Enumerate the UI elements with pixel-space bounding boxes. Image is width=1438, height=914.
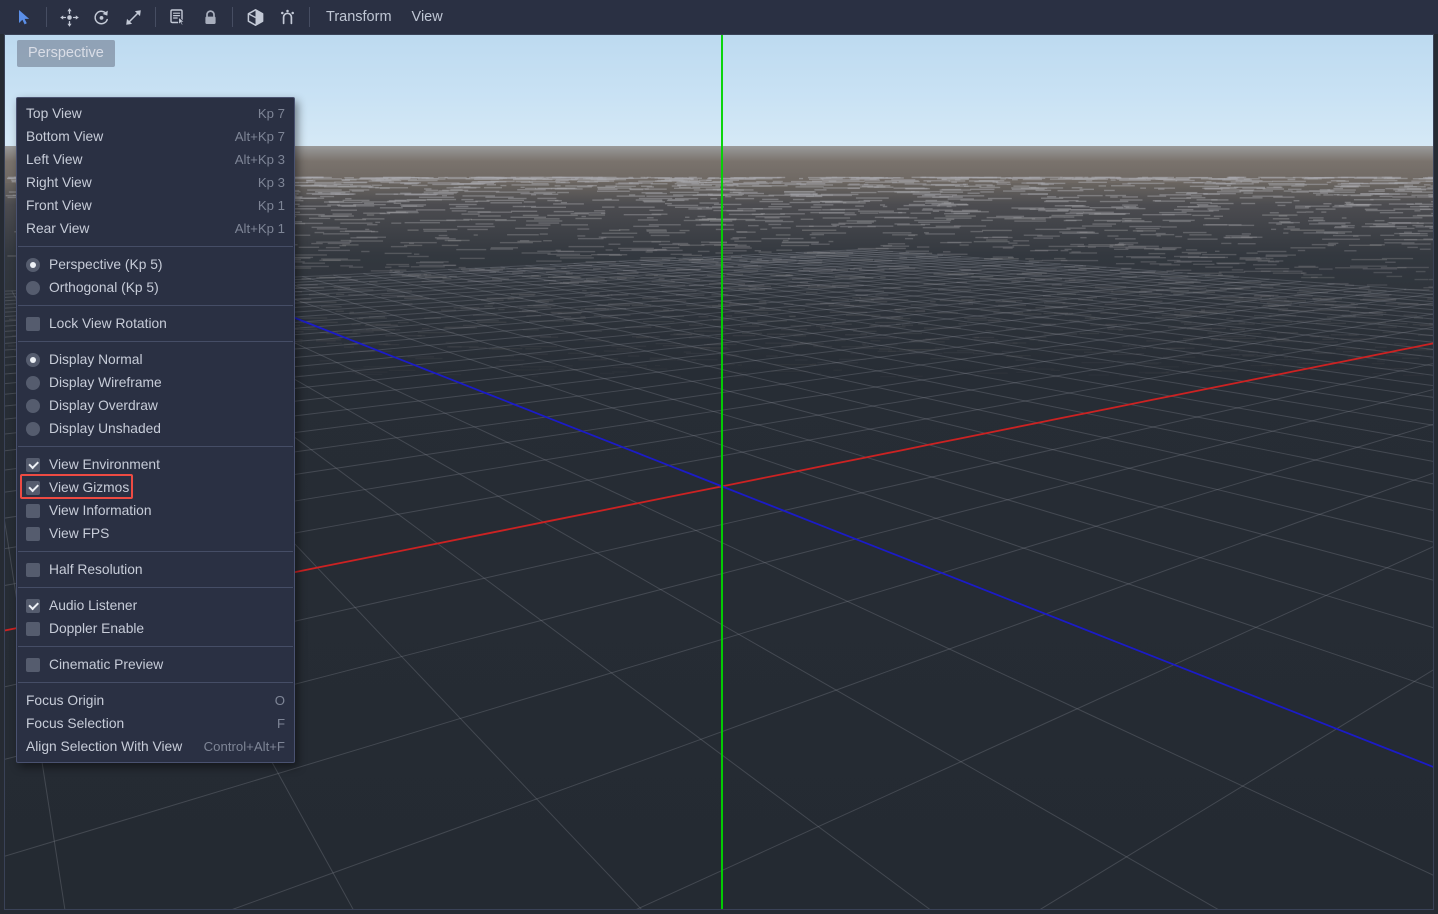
menu-item-label: View Environment bbox=[49, 457, 285, 472]
radio-icon bbox=[26, 258, 40, 272]
menu-item-shortcut: Alt+Kp 1 bbox=[235, 221, 285, 236]
menu-item-label: View Gizmos bbox=[49, 480, 285, 495]
menu-separator bbox=[18, 551, 293, 552]
menu-item-label: Focus Selection bbox=[26, 716, 261, 731]
menu-item-doppler-enable[interactable]: Doppler Enable bbox=[17, 617, 294, 640]
menu-item-display-overdraw[interactable]: Display Overdraw bbox=[17, 394, 294, 417]
lock-icon[interactable] bbox=[195, 4, 225, 30]
checkbox-icon bbox=[26, 527, 40, 541]
menu-item-label: Left View bbox=[26, 152, 219, 167]
menu-item-shortcut: Alt+Kp 3 bbox=[235, 152, 285, 167]
menu-item-label: Right View bbox=[26, 175, 242, 190]
menu-item-top-view[interactable]: Top View Kp 7 bbox=[17, 102, 294, 125]
toolbar-separator bbox=[155, 7, 156, 27]
menu-item-label: Align Selection With View bbox=[26, 739, 188, 754]
menu-item-view-gizmos[interactable]: View Gizmos bbox=[17, 476, 294, 499]
menu-item-label: View FPS bbox=[49, 526, 285, 541]
menu-item-lock-view-rotation[interactable]: Lock View Rotation bbox=[17, 312, 294, 335]
menu-item-orthogonal-kp-5[interactable]: Orthogonal (Kp 5) bbox=[17, 276, 294, 299]
menu-item-label: Doppler Enable bbox=[49, 621, 285, 636]
menu-separator bbox=[18, 682, 293, 683]
menu-item-front-view[interactable]: Front View Kp 1 bbox=[17, 194, 294, 217]
menu-item-shortcut: Kp 7 bbox=[258, 106, 285, 121]
menu-item-label: Audio Listener bbox=[49, 598, 285, 613]
menu-separator bbox=[18, 446, 293, 447]
menu-item-display-wireframe[interactable]: Display Wireframe bbox=[17, 371, 294, 394]
view-popup-menu[interactable]: Top View Kp 7 Bottom View Alt+Kp 7 Left View… bbox=[16, 97, 295, 763]
menu-separator bbox=[18, 646, 293, 647]
menu-item-label: Perspective (Kp 5) bbox=[49, 257, 285, 272]
menu-item-label: Display Normal bbox=[49, 352, 285, 367]
list-select-icon[interactable] bbox=[163, 4, 193, 30]
menu-item-bottom-view[interactable]: Bottom View Alt+Kp 7 bbox=[17, 125, 294, 148]
checkbox-icon bbox=[26, 658, 40, 672]
view-menu-button[interactable]: View bbox=[402, 5, 453, 29]
snap-magnet-icon[interactable] bbox=[272, 4, 302, 30]
menu-item-label: Half Resolution bbox=[49, 562, 285, 577]
3d-viewport[interactable]: Perspective Top View Kp 7 Bottom View Alt+K… bbox=[4, 34, 1434, 910]
radio-icon bbox=[26, 281, 40, 295]
main-toolbar: Transform View bbox=[0, 0, 1438, 34]
menu-item-focus-selection[interactable]: Focus Selection F bbox=[17, 712, 294, 735]
menu-item-left-view[interactable]: Left View Alt+Kp 3 bbox=[17, 148, 294, 171]
menu-item-half-resolution[interactable]: Half Resolution bbox=[17, 558, 294, 581]
radio-icon bbox=[26, 353, 40, 367]
menu-item-view-environment[interactable]: View Environment bbox=[17, 453, 294, 476]
menu-separator bbox=[18, 246, 293, 247]
move-mode-icon[interactable] bbox=[54, 4, 84, 30]
menu-item-perspective-kp-5[interactable]: Perspective (Kp 5) bbox=[17, 253, 294, 276]
checkbox-icon bbox=[26, 317, 40, 331]
menu-item-right-view[interactable]: Right View Kp 3 bbox=[17, 171, 294, 194]
menu-separator bbox=[18, 305, 293, 306]
menu-item-align-selection-with-view[interactable]: Align Selection With View Control+Alt+F bbox=[17, 735, 294, 758]
toolbar-separator bbox=[46, 7, 47, 27]
toolbar-separator bbox=[232, 7, 233, 27]
checkbox-icon bbox=[26, 504, 40, 518]
menu-item-label: Front View bbox=[26, 198, 242, 213]
menu-item-label: Focus Origin bbox=[26, 693, 259, 708]
menu-item-rear-view[interactable]: Rear View Alt+Kp 1 bbox=[17, 217, 294, 240]
menu-item-display-normal[interactable]: Display Normal bbox=[17, 348, 294, 371]
menu-item-label: Cinematic Preview bbox=[49, 657, 285, 672]
menu-item-audio-listener[interactable]: Audio Listener bbox=[17, 594, 294, 617]
menu-separator bbox=[18, 341, 293, 342]
checkbox-icon bbox=[26, 481, 40, 495]
checkbox-icon bbox=[26, 599, 40, 613]
transform-menu[interactable]: Transform bbox=[316, 5, 402, 29]
perspective-label-button[interactable]: Perspective bbox=[17, 40, 115, 67]
menu-item-label: Lock View Rotation bbox=[49, 316, 285, 331]
menu-item-label: Display Overdraw bbox=[49, 398, 285, 413]
menu-item-label: Top View bbox=[26, 106, 242, 121]
checkbox-icon bbox=[26, 458, 40, 472]
menu-item-shortcut: O bbox=[275, 693, 285, 708]
checkbox-icon bbox=[26, 622, 40, 636]
checkbox-icon bbox=[26, 563, 40, 577]
menu-item-label: Bottom View bbox=[26, 129, 219, 144]
menu-item-label: Rear View bbox=[26, 221, 219, 236]
menu-item-label: Display Unshaded bbox=[49, 421, 285, 436]
menu-item-cinematic-preview[interactable]: Cinematic Preview bbox=[17, 653, 294, 676]
menu-item-label: Orthogonal (Kp 5) bbox=[49, 280, 285, 295]
select-mode-icon[interactable] bbox=[9, 4, 39, 30]
scale-mode-icon[interactable] bbox=[118, 4, 148, 30]
menu-item-view-fps[interactable]: View FPS bbox=[17, 522, 294, 545]
radio-icon bbox=[26, 376, 40, 390]
menu-item-shortcut: Kp 1 bbox=[258, 198, 285, 213]
menu-item-label: View Information bbox=[49, 503, 285, 518]
radio-icon bbox=[26, 422, 40, 436]
menu-item-shortcut: Alt+Kp 7 bbox=[235, 129, 285, 144]
menu-item-shortcut: Control+Alt+F bbox=[204, 739, 285, 754]
menu-item-display-unshaded[interactable]: Display Unshaded bbox=[17, 417, 294, 440]
menu-item-shortcut: F bbox=[277, 716, 285, 731]
menu-item-label: Display Wireframe bbox=[49, 375, 285, 390]
menu-item-focus-origin[interactable]: Focus Origin O bbox=[17, 689, 294, 712]
rotate-mode-icon[interactable] bbox=[86, 4, 116, 30]
radio-icon bbox=[26, 399, 40, 413]
snap-object-icon[interactable] bbox=[240, 4, 270, 30]
toolbar-separator bbox=[309, 7, 310, 27]
menu-separator bbox=[18, 587, 293, 588]
menu-item-view-information[interactable]: View Information bbox=[17, 499, 294, 522]
menu-item-shortcut: Kp 3 bbox=[258, 175, 285, 190]
